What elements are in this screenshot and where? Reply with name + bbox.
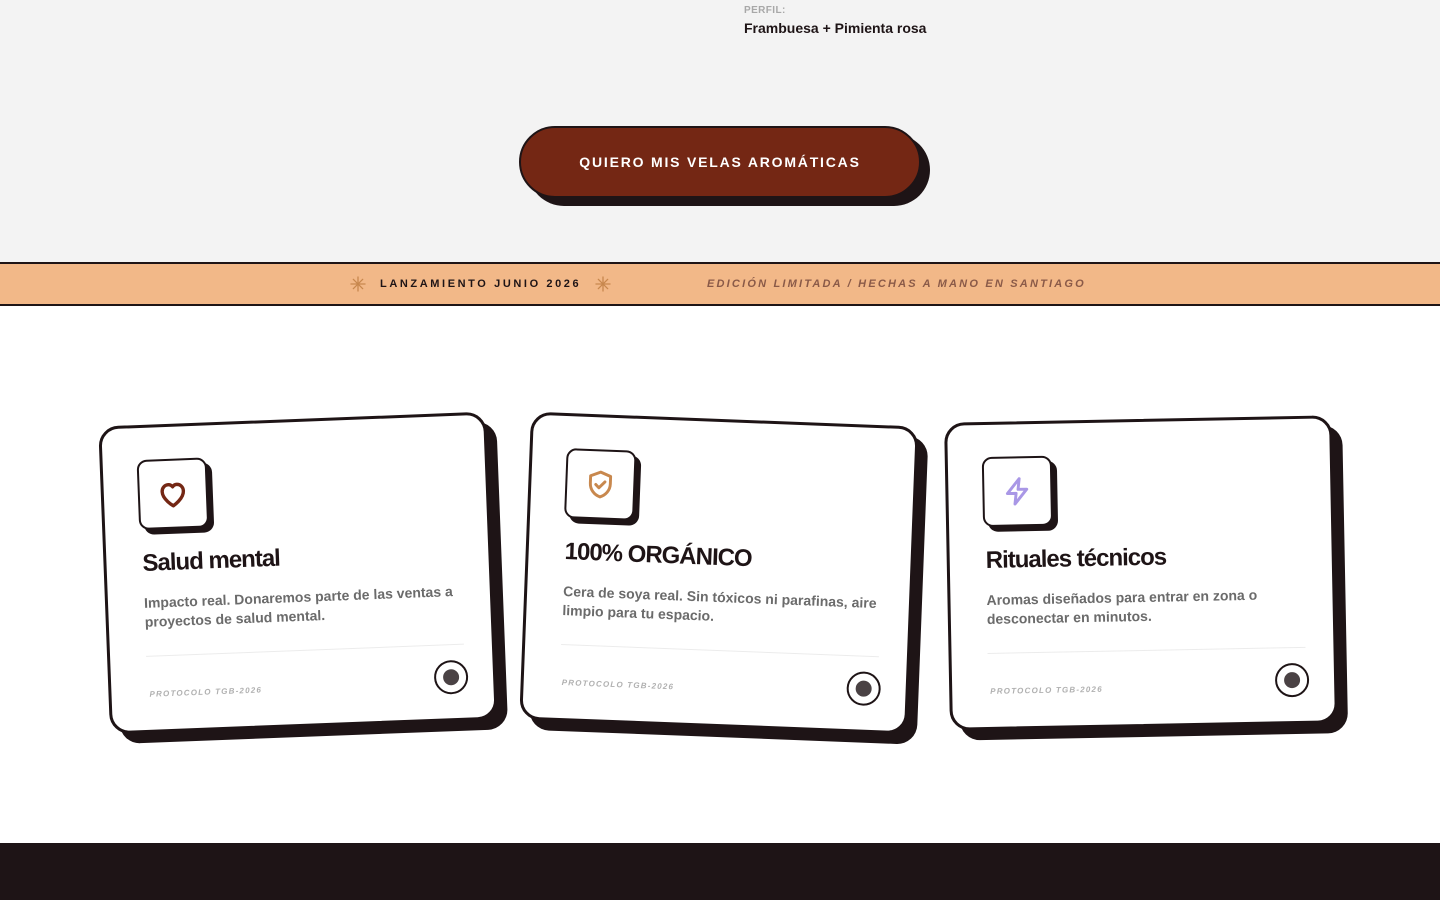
sparkle-icon bbox=[595, 276, 611, 292]
ticker-main: LANZAMIENTO JUNIO 2026 bbox=[350, 264, 611, 304]
card-body: Rituales técnicos Aromas diseñados para … bbox=[944, 415, 1338, 731]
card-body: 100% ORGÁNICO Cera de soya real. Sin tóx… bbox=[519, 411, 919, 735]
radio-dot bbox=[855, 680, 872, 697]
card-description: Aromas diseñados para entrar en zona o d… bbox=[986, 586, 1258, 627]
buy-candles-button[interactable]: QUIERO MIS VELAS AROMÁTICAS bbox=[519, 126, 921, 198]
card-icon-box bbox=[136, 457, 210, 531]
ticker-launch-text: LANZAMIENTO JUNIO 2026 bbox=[380, 278, 582, 290]
card-title: Rituales técnicos bbox=[985, 543, 1167, 574]
sparkle-icon bbox=[350, 276, 366, 292]
card-footer-code: PROTOCOLO TGB-2026 bbox=[990, 684, 1103, 696]
shield-check-icon bbox=[588, 470, 613, 499]
card-body: Salud mental Impacto real. Donaremos par… bbox=[98, 411, 498, 735]
cta-wrapper: QUIERO MIS VELAS AROMÁTICAS bbox=[519, 126, 930, 206]
feature-card-rituals: Rituales técnicos Aromas diseñados para … bbox=[944, 415, 1349, 741]
card-icon-wrap bbox=[136, 457, 215, 535]
card-icon-box bbox=[563, 448, 637, 521]
card-title: 100% ORGÁNICO bbox=[564, 538, 753, 573]
features-section: Salud mental Impacto real. Donaremos par… bbox=[0, 306, 1440, 843]
card-icon-box bbox=[981, 455, 1054, 528]
card-select-radio[interactable] bbox=[433, 659, 469, 695]
lightning-icon bbox=[1005, 477, 1029, 506]
footer-band bbox=[0, 843, 1440, 900]
card-title: Salud mental bbox=[142, 544, 281, 577]
card-icon-wrap bbox=[981, 455, 1059, 532]
top-section: PERFIL: Frambuesa + Pimienta rosa QUIERO… bbox=[0, 0, 1440, 263]
card-description: Impacto real. Donaremos parte de las ven… bbox=[143, 583, 454, 630]
heart-icon bbox=[160, 482, 186, 508]
announcement-ticker: LANZAMIENTO JUNIO 2026 EDICIÓN LIMITADA … bbox=[0, 262, 1440, 306]
feature-card-mental-health: Salud mental Impacto real. Donaremos par… bbox=[98, 411, 509, 744]
card-divider bbox=[561, 643, 879, 658]
profile-label: PERFIL: bbox=[744, 5, 786, 16]
profile-value: Frambuesa + Pimienta rosa bbox=[744, 20, 927, 36]
radio-dot bbox=[442, 668, 460, 686]
radio-dot bbox=[1283, 671, 1301, 689]
card-select-radio[interactable] bbox=[1274, 662, 1310, 698]
card-divider bbox=[146, 643, 464, 657]
profile-info: PERFIL: Frambuesa + Pimienta rosa bbox=[744, 5, 926, 36]
feature-card-organic: 100% ORGÁNICO Cera de soya real. Sin tóx… bbox=[519, 411, 929, 745]
card-footer-code: PROTOCOLO TGB-2026 bbox=[149, 685, 263, 699]
ticker-edition-text: EDICIÓN LIMITADA / HECHAS A MANO EN SANT… bbox=[707, 278, 1086, 290]
card-select-radio[interactable] bbox=[846, 670, 882, 707]
card-icon-wrap bbox=[563, 448, 642, 526]
card-description: Cera de soya real. Sin tóxicos ni parafi… bbox=[562, 583, 877, 624]
card-footer-code: PROTOCOLO TGB-2026 bbox=[561, 678, 675, 692]
card-divider bbox=[987, 646, 1306, 654]
